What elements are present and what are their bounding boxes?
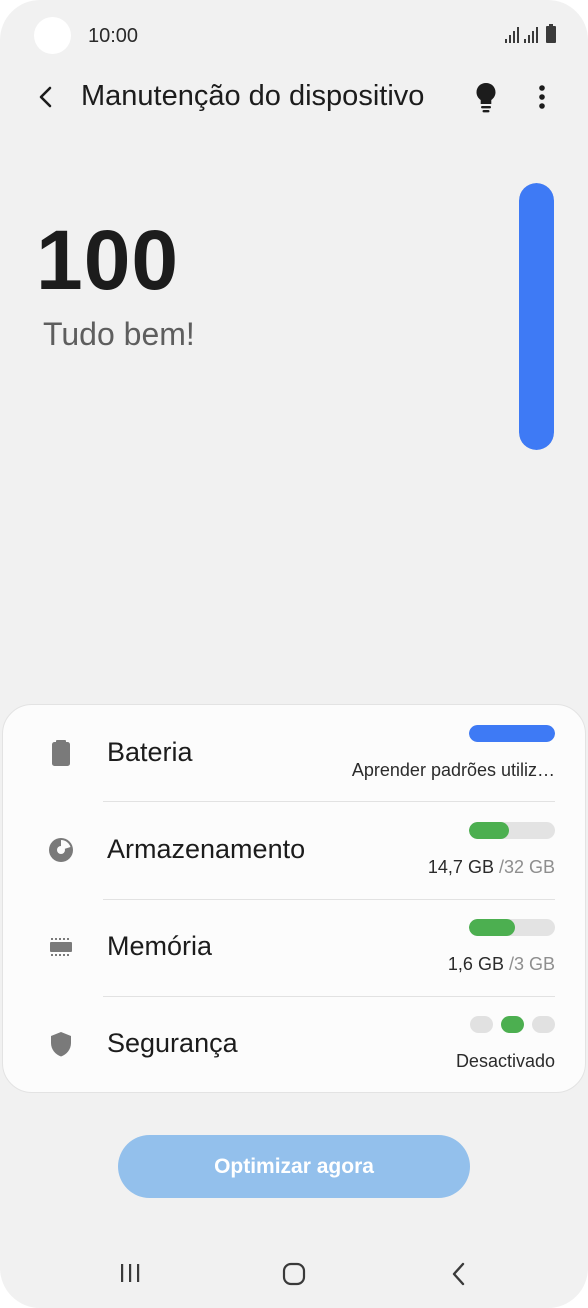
recent-apps-icon[interactable] [118, 1262, 142, 1284]
battery-bar-fill [469, 725, 555, 742]
security-status: Desactivado [455, 1051, 555, 1071]
score-level-fill [519, 183, 554, 450]
security-dot [470, 1016, 493, 1033]
battery-bar [469, 725, 555, 742]
memory-chip-icon [50, 938, 72, 956]
memory-total: /3 GB [508, 954, 555, 974]
maintenance-card: Bateria Aprender padrões utiliz… Armazen… [2, 704, 586, 1093]
status-icons [505, 24, 556, 43]
battery-label: Bateria [107, 737, 193, 767]
app-bar: Manutenção do dispositivo [0, 74, 588, 120]
list-item-storage[interactable]: Armazenamento 14,7 GB /32 GB [3, 802, 587, 899]
device-screen: 10:00 Manutenção do dispositivo 100 Tudo… [0, 0, 588, 1308]
signal-icon [505, 27, 519, 43]
home-icon[interactable] [281, 1261, 307, 1287]
storage-label: Armazenamento [107, 834, 306, 864]
storage-pie-icon [49, 838, 73, 862]
memory-label: Memória [107, 931, 213, 961]
navigation-bar [0, 1248, 588, 1300]
back-arrow-icon[interactable] [32, 82, 60, 112]
lightbulb-icon[interactable] [470, 79, 502, 115]
page-title: Manutenção do dispositivo [81, 80, 425, 112]
memory-bar-fill [469, 919, 515, 936]
camera-cutout [34, 17, 71, 54]
storage-bar-fill [469, 822, 509, 839]
score-level-bar [519, 183, 554, 450]
shield-icon [51, 1032, 71, 1057]
more-options-icon[interactable] [530, 81, 554, 113]
optimize-now-button[interactable]: Optimizar agora [118, 1135, 470, 1198]
security-status-dots [470, 1016, 555, 1033]
list-item-security[interactable]: Segurança Desactivado [3, 996, 587, 1093]
status-bar: 10:00 [0, 0, 588, 74]
storage-bar [469, 822, 555, 839]
storage-used: 14,7 GB [427, 857, 494, 877]
storage-total: /32 GB [498, 857, 555, 877]
nav-back-icon[interactable] [446, 1259, 472, 1289]
security-dot [501, 1016, 524, 1033]
device-score: 100 [36, 213, 180, 307]
security-label: Segurança [107, 1028, 238, 1058]
security-dot [532, 1016, 555, 1033]
battery-icon [52, 740, 70, 766]
status-time: 10:00 [88, 25, 139, 47]
list-item-memory[interactable]: Memória 1,6 GB /3 GB [3, 899, 587, 996]
memory-used: 1,6 GB [447, 954, 504, 974]
signal-icon-2 [524, 27, 538, 43]
memory-bar [469, 919, 555, 936]
battery-status-icon [546, 24, 556, 43]
score-status-text: Tudo bem! [43, 316, 195, 352]
battery-subtitle: Aprender padrões utiliz… [351, 760, 555, 780]
memory-usage: 1,6 GB /3 GB [448, 954, 555, 975]
list-item-battery[interactable]: Bateria Aprender padrões utiliz… [3, 705, 587, 802]
storage-usage: 14,7 GB /32 GB [428, 857, 555, 878]
